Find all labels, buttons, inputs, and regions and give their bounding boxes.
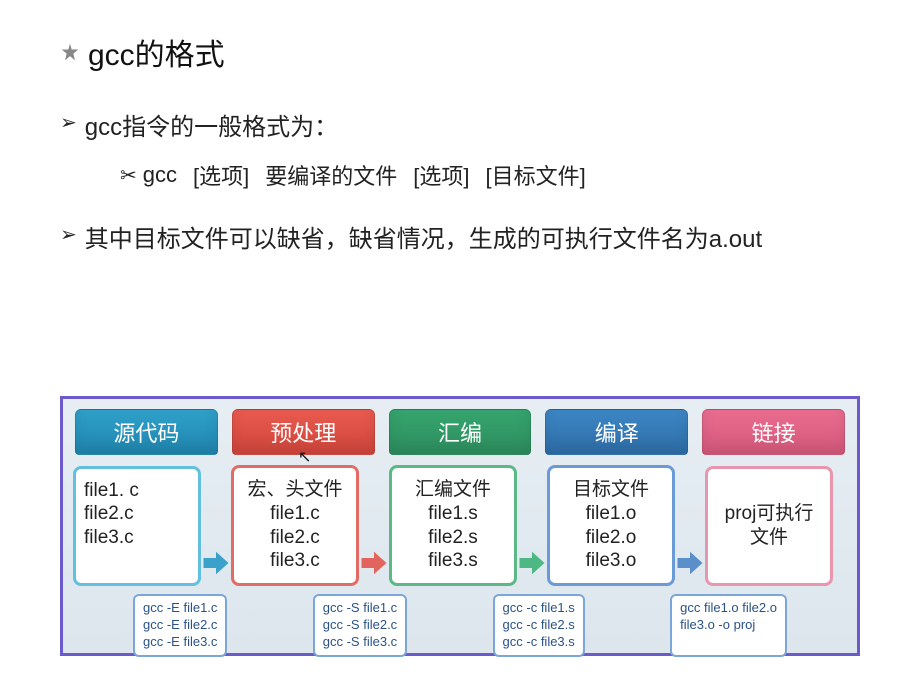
tab-source: 源代码: [75, 409, 218, 455]
cmd-box-assembly: gcc -S file1.c gcc -S file2.c gcc -S fil…: [313, 594, 407, 657]
star-icon: [60, 42, 80, 62]
cmd-gcc: gcc: [143, 162, 177, 188]
card-executable: proj可执行文件: [705, 466, 833, 586]
arrow-icon-4: [675, 548, 705, 578]
diagram-tabs: 源代码 预处理 汇编 编译 链接: [73, 409, 847, 455]
diagram-cards: file1. c file2.c file3.c 宏、头文件 file1.c f…: [73, 465, 847, 586]
arrow-icon-3: [517, 548, 547, 578]
bullet-2: ➢ 其中目标文件可以缺省，缺省情况，生成的可执行文件名为a.out: [60, 221, 860, 259]
card-preprocess: 宏、头文件 file1.c file2.c file3.c: [231, 465, 359, 586]
card-assembly: 汇编文件 file1.s file2.s file3.s: [389, 465, 517, 586]
cmd-opt2: [选项]: [413, 159, 469, 191]
cmd-box-link: gcc file1.o file2.o file3.o -o proj: [670, 594, 787, 657]
tab-assembly: 汇编: [389, 409, 532, 455]
tab-link: 链接: [702, 409, 845, 455]
cmd-box-compile: gcc -c file1.s gcc -c file2.s gcc -c fil…: [493, 594, 585, 657]
bullet-1-text: gcc指令的一般格式为：: [85, 109, 338, 147]
title-row: gcc的格式: [60, 30, 860, 74]
cmd-src: 要编译的文件: [265, 159, 397, 191]
cursor-icon: ↖: [298, 447, 311, 467]
arrow-icon-1: [201, 548, 231, 578]
bullet-2-text: 其中目标文件可以缺省，缺省情况，生成的可执行文件名为a.out: [85, 221, 762, 259]
diagram-commands: gcc -E file1.c gcc -E file2.c gcc -E fil…: [73, 594, 847, 657]
card-preprocess-files: file1.c file2.c file3.c: [242, 502, 348, 573]
card-assembly-title: 汇编文件: [400, 478, 506, 502]
slide-title: gcc的格式: [88, 30, 225, 74]
compilation-diagram: 源代码 预处理 汇编 编译 链接 file1. c file2.c file3.…: [60, 396, 860, 656]
card-object: 目标文件 file1.o file2.o file3.o: [547, 465, 675, 586]
card-executable-text: proj可执行文件: [716, 502, 822, 550]
card-preprocess-title: 宏、头文件: [242, 478, 348, 502]
cmd-box-preprocess: gcc -E file1.c gcc -E file2.c gcc -E fil…: [133, 594, 227, 657]
cmd-tgt: [目标文件]: [486, 159, 586, 191]
slide: gcc的格式 ➢ gcc指令的一般格式为： ✂ gcc [选项] 要编译的文件 …: [0, 0, 920, 690]
scissors-icon: ✂: [120, 163, 137, 188]
card-source: file1. c file2.c file3.c: [73, 466, 201, 586]
bullet-1: ➢ gcc指令的一般格式为：: [60, 109, 860, 147]
card-assembly-files: file1.s file2.s file3.s: [400, 502, 506, 573]
card-object-files: file1.o file2.o file3.o: [558, 502, 664, 573]
command-format: ✂ gcc [选项] 要编译的文件 [选项] [目标文件]: [120, 159, 860, 191]
card-source-files: file1. c file2.c file3.c: [84, 479, 190, 550]
card-object-title: 目标文件: [558, 478, 664, 502]
arrow-icon-2: [359, 548, 389, 578]
cmd-opt1: [选项]: [193, 159, 249, 191]
tab-compile: 编译: [545, 409, 688, 455]
triangle-bullet-icon: ➢: [60, 221, 77, 249]
triangle-bullet-icon: ➢: [60, 109, 77, 137]
